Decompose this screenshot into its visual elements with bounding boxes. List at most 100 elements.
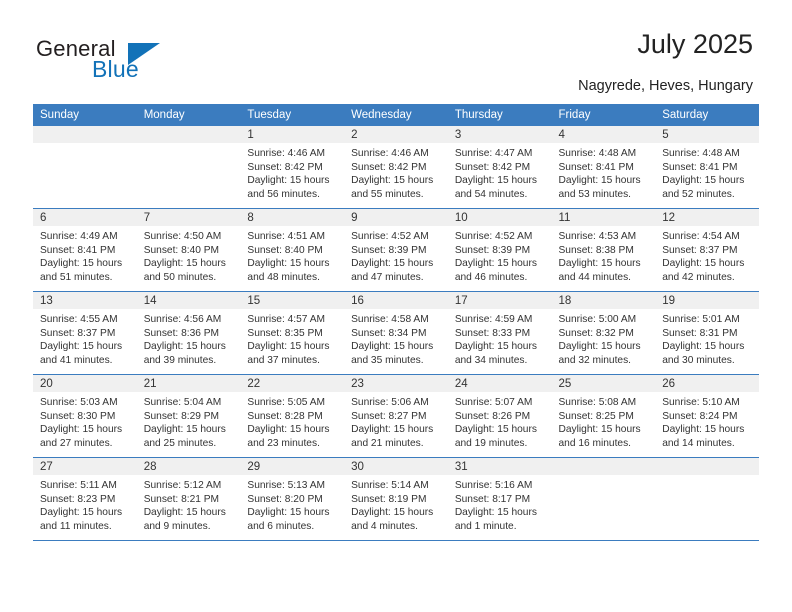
calendar-day-cell[interactable]: 14 Sunrise: 4:56 AM Sunset: 8:36 PM Dayligh… (136, 291, 241, 375)
calendar-day-cell[interactable]: 29 Sunrise: 5:13 AM Sunset: 8:20 PM Dayligh… (240, 457, 345, 541)
day-details: Sunrise: 5:05 AM Sunset: 8:28 PM Daylight:… (240, 392, 344, 450)
daylight-text-line2: and 54 minutes. (454, 188, 528, 200)
sunrise-text: Sunrise: 4:58 AM (351, 314, 429, 325)
daylight-text-line2: and 42 minutes. (662, 271, 735, 283)
calendar-week-row: 1 Sunrise: 4:46 AM Sunset: 8:42 PM Daylight… (33, 126, 759, 209)
calendar-day-cell[interactable]: 19 Sunrise: 5:01 AM Sunset: 8:31 PM Dayligh… (655, 291, 759, 375)
sunset-text: Sunset: 8:27 PM (351, 410, 427, 422)
daylight-text-line1: Daylight: 15 hours (40, 258, 123, 270)
day-number: 18 (551, 292, 656, 309)
day-number: 30 (344, 458, 448, 475)
sunrise-text: Sunrise: 4:56 AM (143, 314, 222, 325)
sunset-text: Sunset: 8:39 PM (454, 244, 531, 256)
sunset-text: Sunset: 8:35 PM (247, 327, 323, 339)
sunset-text: Sunset: 8:30 PM (40, 410, 116, 422)
daylight-text-line2: and 50 minutes. (143, 271, 217, 283)
daylight-text-line2: and 11 minutes. (40, 520, 112, 532)
day-details: Sunrise: 4:53 AM Sunset: 8:38 PM Daylight:… (552, 226, 656, 284)
calendar-day-cell[interactable]: 5 Sunrise: 4:48 AM Sunset: 8:41 PM Daylight… (655, 126, 759, 209)
daylight-text-line2: and 4 minutes. (351, 520, 418, 532)
daylight-text-line1: Daylight: 15 hours (454, 341, 537, 353)
brand-logo[interactable]: General Blue (36, 36, 216, 86)
daylight-text-line1: Daylight: 15 hours (143, 258, 226, 270)
day-details: Sunrise: 4:57 AM Sunset: 8:35 PM Daylight:… (240, 309, 344, 367)
calendar-day-cell[interactable]: 25 Sunrise: 5:08 AM Sunset: 8:25 PM Dayligh… (551, 374, 656, 458)
daylight-text-line2: and 46 minutes. (454, 271, 528, 283)
day-number: 14 (136, 292, 241, 309)
calendar-day-cell[interactable]: 1 Sunrise: 4:46 AM Sunset: 8:42 PM Daylight… (240, 126, 345, 209)
calendar-day-cell[interactable]: 31 Sunrise: 5:16 AM Sunset: 8:17 PM Dayligh… (447, 457, 552, 541)
sunset-text: Sunset: 8:33 PM (454, 327, 531, 339)
day-details: Sunrise: 5:07 AM Sunset: 8:26 PM Daylight:… (448, 392, 552, 450)
daylight-text-line2: and 25 minutes. (143, 437, 217, 449)
daylight-text-line2: and 48 minutes. (247, 271, 320, 283)
sunrise-text: Sunrise: 5:14 AM (351, 480, 429, 491)
daylight-text-line1: Daylight: 15 hours (40, 341, 123, 353)
calendar-day-cell[interactable]: 30 Sunrise: 5:14 AM Sunset: 8:19 PM Dayligh… (344, 457, 448, 541)
calendar-week-row: 13 Sunrise: 4:55 AM Sunset: 8:37 PM Dayligh… (33, 291, 759, 375)
weekday-header-saturday: Saturday (655, 104, 759, 126)
calendar-day-cell[interactable]: 9 Sunrise: 4:52 AM Sunset: 8:39 PM Daylight… (344, 208, 448, 292)
calendar-day-cell[interactable]: 22 Sunrise: 5:05 AM Sunset: 8:28 PM Dayligh… (240, 374, 345, 458)
calendar-day-cell[interactable]: 4 Sunrise: 4:48 AM Sunset: 8:41 PM Daylight… (551, 126, 656, 209)
calendar-day-cell[interactable]: 10 Sunrise: 4:52 AM Sunset: 8:39 PM Dayligh… (447, 208, 552, 292)
sunset-text: Sunset: 8:39 PM (351, 244, 427, 256)
sunrise-text: Sunrise: 4:52 AM (351, 231, 429, 242)
day-details: Sunrise: 4:52 AM Sunset: 8:39 PM Daylight:… (448, 226, 552, 284)
sunrise-text: Sunrise: 5:05 AM (247, 397, 325, 408)
calendar-day-cell[interactable]: 28 Sunrise: 5:12 AM Sunset: 8:21 PM Dayligh… (136, 457, 241, 541)
day-details: Sunrise: 4:55 AM Sunset: 8:37 PM Daylight:… (33, 309, 137, 367)
sunrise-text: Sunrise: 4:57 AM (247, 314, 325, 325)
weekday-header-tuesday: Tuesday (240, 104, 345, 126)
sunrise-text: Sunrise: 4:47 AM (454, 148, 533, 159)
daylight-text-line1: Daylight: 15 hours (247, 507, 330, 519)
daylight-text-line1: Daylight: 15 hours (40, 424, 123, 436)
day-number: 13 (33, 292, 137, 309)
day-details: Sunrise: 5:10 AM Sunset: 8:24 PM Daylight:… (655, 392, 759, 450)
daylight-text-line2: and 47 minutes. (351, 271, 424, 283)
sunset-text: Sunset: 8:25 PM (558, 410, 634, 422)
weekday-header-friday: Friday (551, 104, 656, 126)
day-details: Sunrise: 5:14 AM Sunset: 8:19 PM Daylight:… (344, 475, 448, 533)
calendar-day-cell[interactable]: 13 Sunrise: 4:55 AM Sunset: 8:37 PM Dayligh… (33, 291, 137, 375)
calendar-day-cell[interactable]: 26 Sunrise: 5:10 AM Sunset: 8:24 PM Dayligh… (655, 374, 759, 458)
daylight-text-line2: and 44 minutes. (558, 271, 632, 283)
calendar-day-cell[interactable]: 18 Sunrise: 5:00 AM Sunset: 8:32 PM Dayligh… (551, 291, 656, 375)
calendar-page: General Blue July 2025 Nagyrede, Heves, … (0, 0, 792, 612)
calendar-cell-empty (136, 126, 241, 209)
sunrise-text: Sunrise: 5:08 AM (558, 397, 637, 408)
daylight-text-line1: Daylight: 15 hours (351, 424, 434, 436)
daylight-text-line1: Daylight: 15 hours (454, 507, 537, 519)
calendar-day-cell[interactable]: 24 Sunrise: 5:07 AM Sunset: 8:26 PM Dayligh… (447, 374, 552, 458)
sunrise-text: Sunrise: 5:06 AM (351, 397, 429, 408)
calendar-day-cell[interactable]: 23 Sunrise: 5:06 AM Sunset: 8:27 PM Dayligh… (344, 374, 448, 458)
calendar-day-cell[interactable]: 27 Sunrise: 5:11 AM Sunset: 8:23 PM Dayligh… (33, 457, 137, 541)
calendar-day-cell[interactable]: 2 Sunrise: 4:46 AM Sunset: 8:42 PM Daylight… (344, 126, 448, 209)
calendar-day-cell[interactable]: 20 Sunrise: 5:03 AM Sunset: 8:30 PM Dayligh… (33, 374, 137, 458)
calendar-cell-empty (551, 457, 656, 541)
sunset-text: Sunset: 8:37 PM (40, 327, 116, 339)
sunrise-text: Sunrise: 5:12 AM (143, 480, 222, 491)
calendar-day-cell[interactable]: 12 Sunrise: 4:54 AM Sunset: 8:37 PM Dayligh… (655, 208, 759, 292)
daylight-text-line1: Daylight: 15 hours (143, 341, 226, 353)
sunrise-text: Sunrise: 5:10 AM (662, 397, 740, 408)
calendar-day-cell[interactable]: 17 Sunrise: 4:59 AM Sunset: 8:33 PM Dayligh… (447, 291, 552, 375)
day-details: Sunrise: 5:16 AM Sunset: 8:17 PM Daylight:… (448, 475, 552, 533)
calendar-day-cell[interactable]: 16 Sunrise: 4:58 AM Sunset: 8:34 PM Dayligh… (344, 291, 448, 375)
calendar-day-cell[interactable]: 7 Sunrise: 4:50 AM Sunset: 8:40 PM Daylight… (136, 208, 241, 292)
sunrise-text: Sunrise: 5:01 AM (662, 314, 740, 325)
calendar-day-cell[interactable]: 11 Sunrise: 4:53 AM Sunset: 8:38 PM Dayligh… (551, 208, 656, 292)
day-details: Sunrise: 4:50 AM Sunset: 8:40 PM Daylight:… (137, 226, 241, 284)
calendar-day-cell[interactable]: 15 Sunrise: 4:57 AM Sunset: 8:35 PM Dayligh… (240, 291, 345, 375)
calendar-day-cell[interactable]: 6 Sunrise: 4:49 AM Sunset: 8:41 PM Daylight… (33, 208, 137, 292)
sunset-text: Sunset: 8:28 PM (247, 410, 323, 422)
daylight-text-line1: Daylight: 15 hours (558, 424, 641, 436)
calendar-day-cell[interactable]: 8 Sunrise: 4:51 AM Sunset: 8:40 PM Daylight… (240, 208, 345, 292)
sunrise-text: Sunrise: 4:54 AM (662, 231, 740, 242)
sunset-text: Sunset: 8:42 PM (247, 161, 323, 173)
calendar-day-cell[interactable]: 3 Sunrise: 4:47 AM Sunset: 8:42 PM Daylight… (447, 126, 552, 209)
day-number: 26 (655, 375, 759, 392)
calendar-day-cell[interactable]: 21 Sunrise: 5:04 AM Sunset: 8:29 PM Dayligh… (136, 374, 241, 458)
day-number: 10 (447, 209, 552, 226)
page-title: July 2025 (637, 29, 753, 59)
